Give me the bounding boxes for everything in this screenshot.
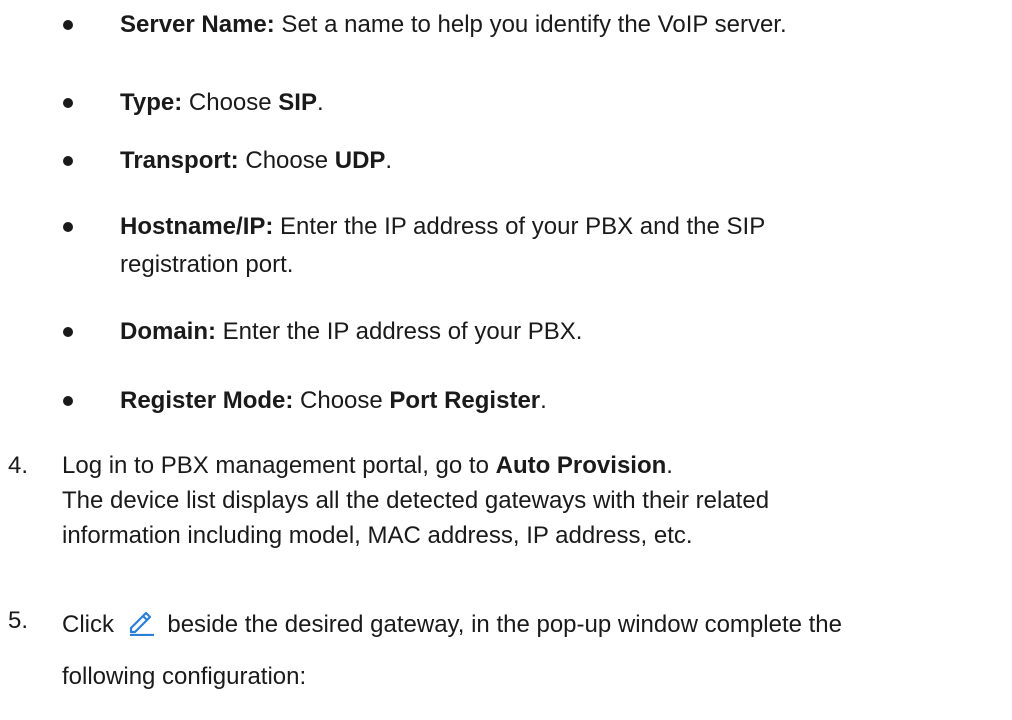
punctuation: . (666, 452, 673, 479)
punctuation: . (316, 89, 324, 116)
bullet-point (62, 88, 74, 118)
step-number: 5. (8, 607, 29, 634)
step-4-detail-line-1: The device list displays all the detecte… (62, 487, 770, 514)
field-value: Port Register (389, 387, 541, 414)
field-label: Type: (120, 89, 183, 116)
step-5-detail: following configuration: (62, 663, 307, 690)
edit-pencil-icon (127, 606, 157, 637)
field-description: Choose (182, 89, 279, 116)
list-item-hostname: Hostname/IP: Enter the IP address of you… (120, 212, 765, 242)
field-description: Choose (293, 387, 390, 414)
bullet-point (62, 212, 74, 242)
field-label: Hostname/IP: (120, 213, 274, 240)
list-item-domain: Domain: Enter the IP address of your PBX… (120, 317, 582, 347)
list-item-transport: Transport: Choose UDP. (120, 146, 392, 176)
list-item-register-mode: Register Mode: Choose Port Register. (120, 386, 547, 416)
field-description: Enter the IP address of your PBX. (216, 318, 583, 345)
step-5-text: Click beside the desired gateway, in the… (62, 606, 842, 640)
field-value: SIP (278, 89, 317, 116)
list-item-type: Type: Choose SIP. (120, 88, 324, 118)
field-label: Register Mode: (120, 387, 294, 414)
bullet-point (62, 317, 74, 347)
list-item-server-name: Server Name: Set a name to help you iden… (120, 10, 787, 40)
field-value: UDP (334, 147, 386, 174)
bullet-point (62, 10, 74, 40)
step-4-text: Log in to PBX management portal, go to A… (62, 451, 673, 481)
field-label: Transport: (120, 147, 239, 174)
step-text: beside the desired gateway, in the pop-u… (160, 611, 842, 638)
menu-path: Auto Provision (495, 452, 667, 479)
field-description: Enter the IP address of your PBX and the… (273, 213, 766, 240)
punctuation: . (540, 387, 547, 414)
step-text: Log in to PBX management portal, go to (62, 452, 496, 479)
bullet-point (62, 146, 74, 176)
step-text: Click (62, 611, 121, 638)
step-number: 4. (8, 452, 29, 479)
field-description: Set a name to help you identify the VoIP… (274, 11, 787, 38)
field-description: Choose (238, 147, 335, 174)
list-item-hostname-continued: registration port. (120, 251, 294, 278)
field-label: Domain: (120, 318, 216, 345)
field-label: Server Name: (120, 11, 275, 38)
step-4-detail-line-2: information including model, MAC address… (62, 522, 693, 549)
punctuation: . (385, 147, 393, 174)
bullet-point (62, 386, 74, 416)
